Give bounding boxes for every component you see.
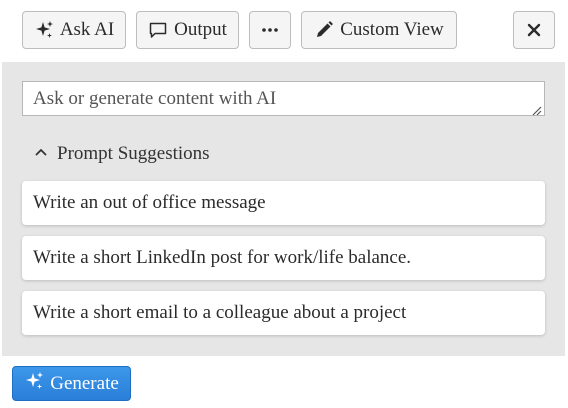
generate-label: Generate [50, 372, 119, 394]
generate-button[interactable]: Generate [12, 366, 131, 401]
output-button[interactable]: Output [136, 11, 239, 49]
suggestion-label: Write a short email to a colleague about… [33, 302, 407, 323]
more-options-button[interactable] [249, 11, 291, 49]
suggestion-item[interactable]: Write an out of office message [22, 181, 545, 225]
suggestion-label: Write a short LinkedIn post for work/lif… [33, 247, 412, 268]
ai-toolbar: Ask AI Output Custom View [0, 0, 568, 62]
pencil-icon [314, 20, 334, 40]
sparkles-icon [34, 20, 54, 40]
close-button[interactable] [513, 11, 555, 49]
prompt-suggestions-heading: Prompt Suggestions [57, 143, 210, 164]
prompt-input[interactable] [22, 81, 545, 116]
custom-view-label: Custom View [340, 19, 444, 40]
output-label: Output [174, 19, 227, 40]
ask-ai-label: Ask AI [59, 19, 115, 40]
speech-bubble-icon [148, 20, 168, 40]
ellipsis-icon [260, 20, 280, 40]
suggestion-item[interactable]: Write a short email to a colleague about… [22, 291, 545, 335]
prompt-suggestions-toggle[interactable]: Prompt Suggestions [34, 141, 210, 167]
ai-prompt-panel: Prompt Suggestions Write an out of offic… [2, 62, 565, 356]
close-icon [526, 22, 542, 38]
suggestion-label: Write an out of office message [33, 192, 266, 213]
chevron-up-icon [34, 143, 48, 165]
sparkles-icon [24, 371, 44, 397]
custom-view-button[interactable]: Custom View [301, 11, 457, 49]
ask-ai-button[interactable]: Ask AI [22, 11, 126, 49]
suggestion-item[interactable]: Write a short LinkedIn post for work/lif… [22, 236, 545, 280]
resize-handle-icon[interactable] [532, 103, 542, 116]
